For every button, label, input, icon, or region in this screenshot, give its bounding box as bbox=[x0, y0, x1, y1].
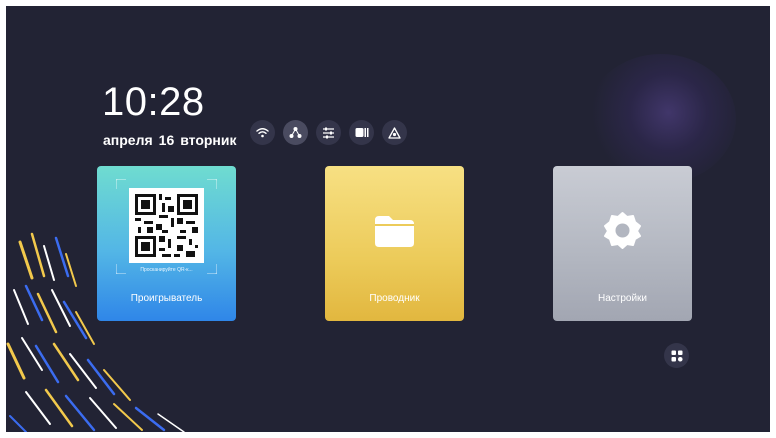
all-apps-button[interactable] bbox=[664, 343, 689, 368]
network-icon[interactable] bbox=[283, 120, 308, 145]
status-icon-bar bbox=[250, 120, 407, 145]
explorer-tile[interactable]: Проводник bbox=[325, 166, 464, 321]
storage-icon[interactable] bbox=[349, 120, 374, 145]
date-weekday: вторник bbox=[180, 132, 237, 148]
player-tile[interactable]: Просканируйте QR-к... Проигрыватель bbox=[97, 166, 236, 321]
player-tile-label: Проигрыватель bbox=[130, 293, 203, 304]
background-glow bbox=[586, 54, 736, 184]
settings-tile[interactable]: Настройки bbox=[553, 166, 692, 321]
folder-icon bbox=[375, 216, 414, 247]
qr-caption: Просканируйте QR-к... bbox=[140, 267, 193, 273]
clock-time: 10:28 bbox=[102, 80, 205, 124]
date-day: 16 bbox=[158, 132, 175, 148]
gear-icon bbox=[604, 212, 641, 249]
drive-icon[interactable] bbox=[382, 120, 407, 145]
wifi-icon[interactable] bbox=[250, 120, 275, 145]
home-screen: 10:28 апреля 16 вторник Просканируйте QR… bbox=[6, 6, 770, 432]
date-month: апреля bbox=[103, 132, 153, 148]
settings-tile-label: Настройки bbox=[597, 293, 648, 304]
date-row: апреля 16 вторник bbox=[103, 132, 243, 148]
explorer-tile-label: Проводник bbox=[369, 293, 420, 304]
all-apps-icon bbox=[671, 350, 683, 362]
qr-code-icon bbox=[129, 188, 204, 263]
sliders-icon[interactable] bbox=[316, 120, 341, 145]
